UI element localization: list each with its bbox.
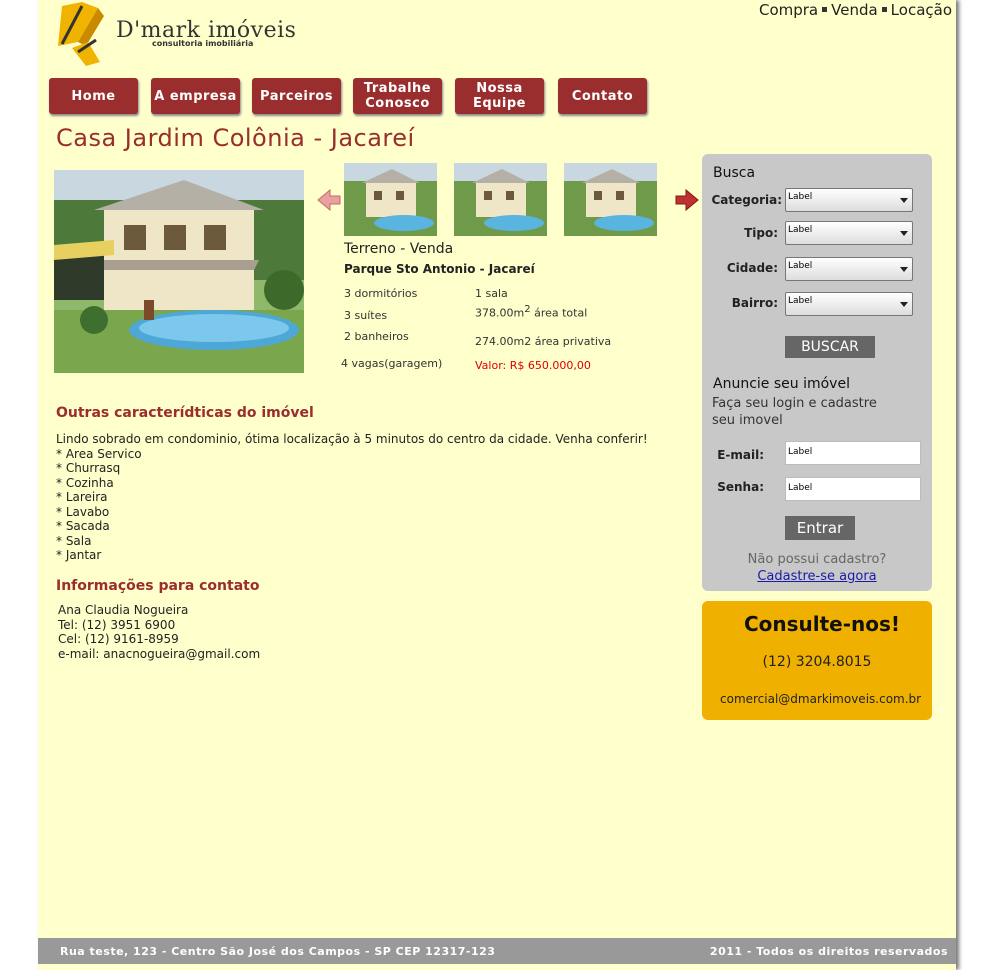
- nav-separator: [822, 7, 828, 12]
- feature-item: * Lareira: [56, 490, 108, 504]
- features-heading: Outras caracterídticas do imóvel: [56, 405, 314, 421]
- login-button[interactable]: Entrar: [785, 516, 855, 540]
- features-list: Lindo sobrado em condominio, ótima local…: [56, 432, 656, 563]
- type-select[interactable]: Label: [785, 221, 913, 245]
- neighborhood-select[interactable]: Label: [785, 292, 913, 316]
- feature-item: * Cozinha: [56, 475, 114, 490]
- advertise-heading: Anuncie seu imóvel: [713, 376, 850, 392]
- property-type: Terreno - Venda: [344, 241, 454, 257]
- password-label: Senha:: [717, 480, 764, 494]
- nav-venda[interactable]: Venda: [831, 1, 878, 19]
- menu-trabalhe-conosco[interactable]: Trabalhe Conosco: [353, 78, 442, 114]
- chevron-down-icon: [900, 198, 908, 203]
- arrow-right-icon[interactable]: [674, 188, 700, 212]
- menu-parceiros-label: Parceiros: [260, 88, 333, 104]
- menu-a-empresa[interactable]: A empresa: [151, 78, 240, 114]
- register-link[interactable]: Cadastre-se agora: [702, 569, 932, 584]
- spec-living-room: 1 sala: [475, 287, 508, 300]
- feature-item: * Lavabo: [56, 504, 110, 519]
- consult-email[interactable]: comercial@dmarkimoveis.com.br: [720, 692, 921, 706]
- city-select-value: Label: [788, 261, 813, 271]
- spec-total-area-superscript: 2: [524, 304, 531, 315]
- features-description: Lindo sobrado em condominio, ótima local…: [56, 432, 648, 446]
- spec-bedrooms: 3 dormitórios: [344, 287, 418, 300]
- chevron-down-icon: [900, 302, 908, 307]
- contact-heading: Informações para contato: [56, 578, 260, 594]
- advertise-subtext-2: seu imovel: [712, 413, 783, 428]
- feature-item: * Sala: [56, 533, 92, 548]
- main-property-photo[interactable]: [54, 170, 304, 373]
- spec-suites: 3 suítes: [344, 309, 388, 322]
- property-neighborhood: Parque Sto Antonio - Jacareí: [344, 262, 535, 276]
- nav-compra[interactable]: Compra: [759, 1, 818, 19]
- thumbnail[interactable]: [454, 163, 547, 236]
- footer-address: Rua teste, 123 - Centro São José dos Cam…: [60, 945, 496, 958]
- search-heading: Busca: [713, 165, 756, 181]
- contact-email: e-mail: anacnogueira@gmail.com: [58, 646, 261, 661]
- consult-panel: Consulte-nos! (12) 3204.8015 comercial@d…: [702, 601, 932, 720]
- contact-phone: Tel: (12) 3951 6900: [58, 617, 176, 632]
- contact-name: Ana Claudia Nogueira: [58, 603, 189, 617]
- email-label: E-mail:: [717, 448, 764, 462]
- type-select-value: Label: [788, 225, 813, 235]
- menu-contato-label: Contato: [571, 88, 634, 104]
- thumbnail[interactable]: [564, 163, 657, 236]
- type-label: Tipo:: [744, 226, 778, 240]
- feature-item: * Sacada: [56, 519, 110, 533]
- feature-item: * Area Servico: [56, 446, 142, 461]
- top-nav: Compra Venda Locação: [759, 1, 952, 19]
- menu-parceiros[interactable]: Parceiros: [252, 78, 341, 114]
- logo[interactable]: D'mark imóveis consultoria imobiliária: [48, 0, 298, 70]
- contact-cell: Cel: (12) 9161-8959: [58, 632, 179, 646]
- advertise-subtext-1: Faça seu login e cadastre: [712, 396, 877, 411]
- logo-tagline: consultoria imobiliária: [152, 39, 254, 48]
- footer-copyright: 2011 - Todos os direitos reservados: [709, 945, 948, 958]
- search-panel: Busca Categoria: Label Tipo: Label Cidad…: [702, 154, 932, 591]
- neighborhood-select-value: Label: [788, 296, 813, 306]
- spec-total-area-label: área total: [534, 306, 588, 320]
- page-title: Casa Jardim Colônia - Jacareí: [56, 124, 415, 152]
- category-select-value: Label: [788, 192, 813, 202]
- page: D'mark imóveis consultoria imobiliária C…: [38, 0, 956, 970]
- menu-home[interactable]: Home: [49, 78, 138, 114]
- consult-phone: (12) 3204.8015: [762, 654, 872, 670]
- spec-total-area-value: 378.00m: [475, 306, 525, 320]
- city-select[interactable]: Label: [785, 257, 913, 281]
- spec-garage: 4 vagas(garagem): [341, 357, 443, 370]
- spec-bathrooms: 2 banheiros: [344, 330, 409, 343]
- consult-heading: Consulte-nos!: [743, 612, 901, 636]
- no-account-text: Não possui cadastro?: [747, 552, 887, 567]
- feature-item: * Jantar: [56, 548, 102, 562]
- nav-locacao[interactable]: Locação: [891, 1, 952, 19]
- neighborhood-label: Bairro:: [731, 296, 778, 310]
- category-select[interactable]: Label: [785, 188, 913, 212]
- property-price: Valor: R$ 650.000,00: [475, 359, 591, 372]
- contact-info: Ana Claudia Nogueira Tel: (12) 3951 6900…: [58, 603, 260, 661]
- thumbnail[interactable]: [344, 163, 437, 236]
- arrow-left-icon[interactable]: [316, 188, 342, 212]
- nav-separator: [881, 7, 887, 12]
- menu-nossa-equipe-label: Nossa Equipe: [472, 81, 527, 111]
- menu-nossa-equipe[interactable]: Nossa Equipe: [455, 78, 544, 114]
- menu-home-label: Home: [71, 88, 116, 104]
- menu-a-empresa-label: A empresa: [154, 88, 237, 104]
- search-button[interactable]: BUSCAR: [785, 336, 875, 358]
- email-field-value: Label: [788, 447, 813, 457]
- password-field-value: Label: [788, 483, 813, 493]
- email-field[interactable]: Label: [785, 441, 921, 465]
- chevron-down-icon: [900, 231, 908, 236]
- city-label: Cidade:: [726, 261, 778, 275]
- spec-total-area: 378.00m2 área total: [475, 304, 587, 320]
- password-field[interactable]: Label: [785, 477, 921, 501]
- category-label: Categoria:: [711, 193, 782, 207]
- logo-mark-icon: [58, 2, 104, 66]
- menu-trabalhe-conosco-label: Trabalhe Conosco: [363, 81, 432, 111]
- feature-item: * Churrasq: [56, 461, 121, 475]
- menu-contato[interactable]: Contato: [558, 78, 647, 114]
- chevron-down-icon: [900, 267, 908, 272]
- footer: Rua teste, 123 - Centro São José dos Cam…: [38, 938, 956, 964]
- spec-private-area: 274.00m2 área privativa: [475, 335, 612, 348]
